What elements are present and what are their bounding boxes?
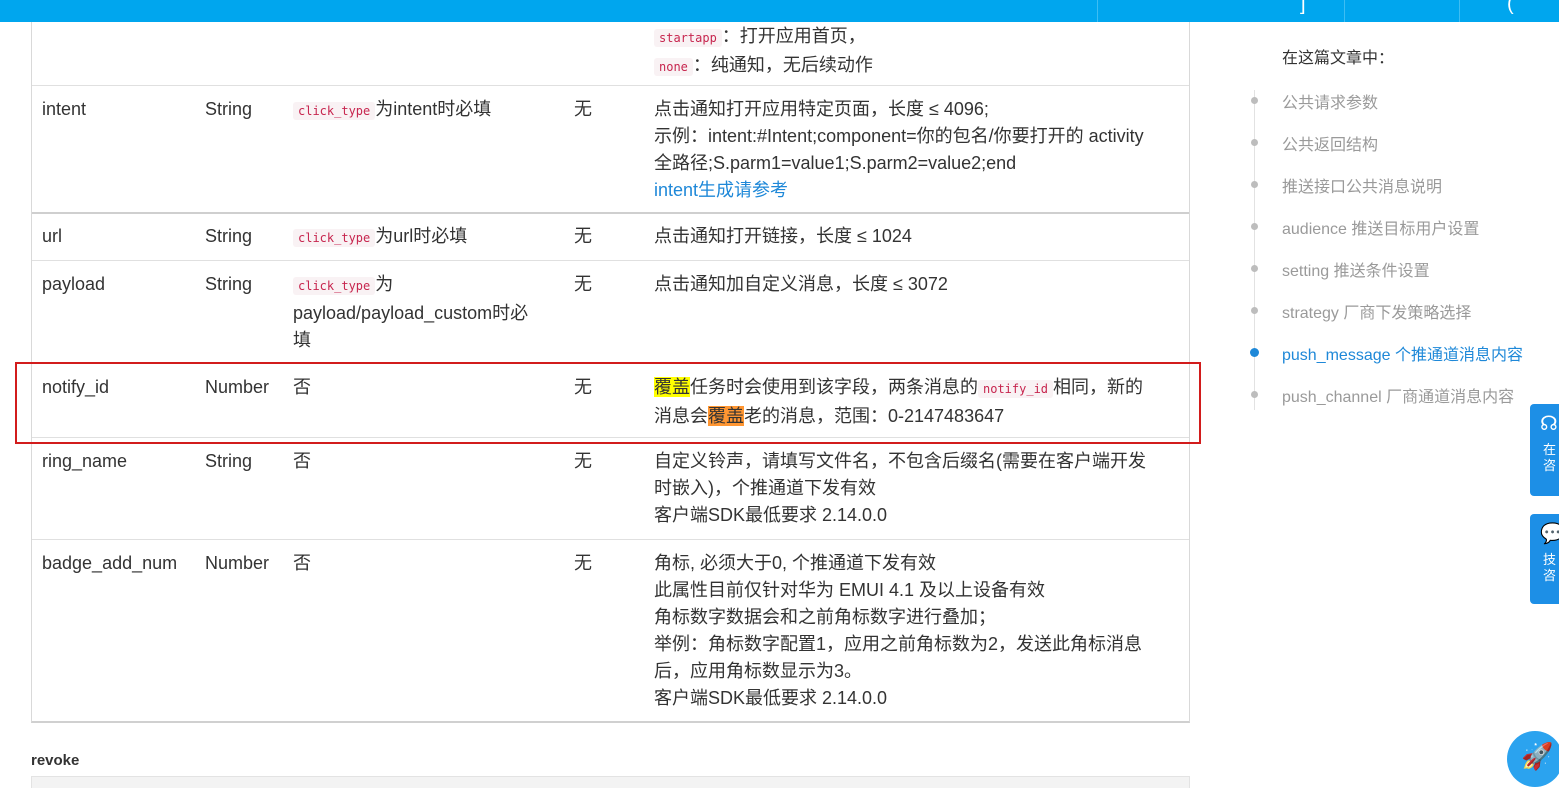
desc-line: 点击通知打开应用特定页面，长度 ≤ 4096;	[654, 99, 989, 119]
param-default: 无	[574, 226, 592, 246]
toc-bullet	[1251, 223, 1258, 230]
next-table-header	[31, 776, 1190, 788]
desc-line: 客户端SDK最低要求 2.14.0.0	[654, 505, 888, 525]
desc-line: 后，应用角标数显示为3。	[654, 661, 863, 681]
desc-line: 时嵌入)，个推通道下发有效	[654, 478, 876, 498]
top-navigation-bar: ] (	[0, 0, 1559, 22]
table-row-intent: intent String click_type 为intent时必填 无 点击通…	[32, 86, 1189, 214]
rocket-icon: 🚀	[1521, 741, 1554, 771]
inline-code: click_type	[293, 229, 376, 247]
inline-code: click_type	[293, 277, 376, 295]
annotation-highlight-box	[15, 362, 1201, 444]
nav-divider	[1097, 0, 1098, 22]
desc-line: 自定义铃声，请填写文件名，不包含后缀名(需要在客户端开发	[654, 451, 1146, 471]
toc-bullet	[1251, 97, 1258, 104]
param-name: intent	[42, 99, 87, 119]
toc-item-push-channel[interactable]: push_channel 厂商通道消息内容	[1282, 383, 1514, 407]
table-row-ring-name: ring_name String 否 无 自定义铃声，请填写文件名，不包含后缀名…	[32, 438, 1189, 540]
param-default: 无	[574, 274, 592, 294]
consult-label: 技 咨	[1543, 552, 1557, 583]
desc-line: 客户端SDK最低要求 2.14.0.0	[654, 688, 888, 708]
headset-icon: ☊	[1540, 413, 1558, 435]
toc-bullet	[1251, 265, 1258, 272]
chat-icon: 💬	[1540, 523, 1559, 545]
desc-text: ：纯通知，无后续动作	[692, 55, 873, 75]
desc-line: 角标, 必须大于0, 个推通道下发有效	[654, 553, 937, 573]
intent-reference-link[interactable]: intent生成请参考	[654, 177, 1184, 204]
desc-cell: 自定义铃声，请填写文件名，不包含后缀名(需要在客户端开发 时嵌入)，个推通道下发…	[654, 448, 1184, 529]
toc-title: 在这篇文章中：	[1282, 50, 1395, 67]
param-default: 无	[574, 553, 592, 573]
table-row-badge-add-num: badge_add_num Number 否 无 角标, 必须大于0, 个推通道…	[32, 540, 1189, 721]
toc-rail	[1254, 90, 1255, 410]
desc-line: 示例：intent:#Intent;component=你的包名/你要打开的 a…	[654, 126, 1144, 146]
nav-divider	[1459, 0, 1460, 22]
param-type: String	[205, 274, 253, 294]
desc-line: 点击通知打开链接，长度 ≤ 1024	[654, 226, 912, 246]
table-row: startapp ：打开应用首页， none ：纯通知，无后续动作	[32, 22, 1189, 86]
toc-item-common-response[interactable]: 公共返回结构	[1282, 131, 1378, 155]
desc-cell: startapp ：打开应用首页， none ：纯通知，无后续动作	[654, 23, 1184, 81]
param-name: ring_name	[42, 451, 128, 471]
required-text: 填	[293, 330, 311, 350]
nav-divider	[1344, 0, 1345, 22]
inline-code: startapp	[654, 29, 722, 47]
toc-item-setting[interactable]: setting 推送条件设置	[1282, 257, 1430, 281]
param-required: click_type 为url时必填	[293, 223, 555, 252]
desc-line: 点击通知加自定义消息，长度 ≤ 3072	[654, 274, 948, 294]
param-default: 无	[574, 451, 592, 471]
inline-code: none	[654, 58, 693, 76]
toc-item-common-request-params[interactable]: 公共请求参数	[1282, 89, 1378, 113]
required-text: 为intent时必填	[375, 99, 492, 119]
param-type: String	[205, 99, 253, 119]
param-name: payload	[42, 274, 106, 294]
toc-bullet	[1251, 139, 1258, 146]
table-row-url: url String click_type 为url时必填 无 点击通知打开链接，…	[32, 214, 1189, 261]
desc-text: ：打开应用首页，	[721, 26, 866, 46]
param-name: url	[42, 226, 63, 246]
toc-item-strategy[interactable]: strategy 厂商下发策略选择	[1282, 299, 1471, 323]
consult-label: 在 咨	[1543, 442, 1557, 473]
tech-consult-button[interactable]: 💬 技 咨	[1530, 514, 1559, 604]
toc-bullet	[1251, 391, 1258, 398]
param-required: 否	[293, 553, 311, 573]
toc-item-audience[interactable]: audience 推送目标用户设置	[1282, 215, 1479, 239]
param-type: String	[205, 226, 253, 246]
required-text: 为	[375, 274, 394, 294]
user-avatar-icon[interactable]: (	[1507, 0, 1514, 14]
toc-bullet-active	[1250, 348, 1259, 357]
desc-line: 全路径;S.parm1=value1;S.parm2=value2;end	[654, 153, 1017, 173]
desc-line: 此属性目前仅针对华为 EMUI 4.1 及以上设备有效	[654, 580, 1046, 600]
table-row-payload: payload String click_type 为 payload/paylo…	[32, 261, 1189, 363]
required-text: 为url时必填	[375, 226, 468, 246]
param-required: click_type 为intent时必填	[293, 96, 555, 125]
nav-menu-icon[interactable]: ]	[1300, 0, 1306, 14]
desc-cell: 角标, 必须大于0, 个推通道下发有效 此属性目前仅针对华为 EMUI 4.1 …	[654, 550, 1184, 712]
desc-line: 角标数字数据会和之前角标数字进行叠加；	[654, 607, 996, 627]
desc-line: 举例：角标数字配置1，应用之前角标数为2，发送此角标消息	[654, 634, 1143, 654]
param-type: Number	[205, 553, 270, 573]
desc-cell: 点击通知打开应用特定页面，长度 ≤ 4096; 示例：intent:#Inten…	[654, 96, 1184, 204]
toc-item-push-message[interactable]: push_message 个推通道消息内容	[1282, 341, 1523, 365]
toc-item-push-common-message[interactable]: 推送接口公共消息说明	[1282, 173, 1442, 197]
toc-bullet	[1251, 181, 1258, 188]
required-text: payload/payload_custom时必	[293, 303, 529, 323]
section-heading-revoke: revoke	[31, 752, 80, 769]
param-required: 否	[293, 451, 311, 471]
param-name: badge_add_num	[42, 553, 178, 573]
back-to-top-button[interactable]: 🚀	[1507, 731, 1559, 787]
param-required: click_type 为 payload/payload_custom时必 填	[293, 271, 555, 354]
param-default: 无	[574, 99, 592, 119]
param-type: String	[205, 451, 253, 471]
toc-bullet	[1251, 307, 1258, 314]
online-consult-button[interactable]: ☊ 在 咨	[1530, 404, 1559, 496]
inline-code: click_type	[293, 102, 376, 120]
